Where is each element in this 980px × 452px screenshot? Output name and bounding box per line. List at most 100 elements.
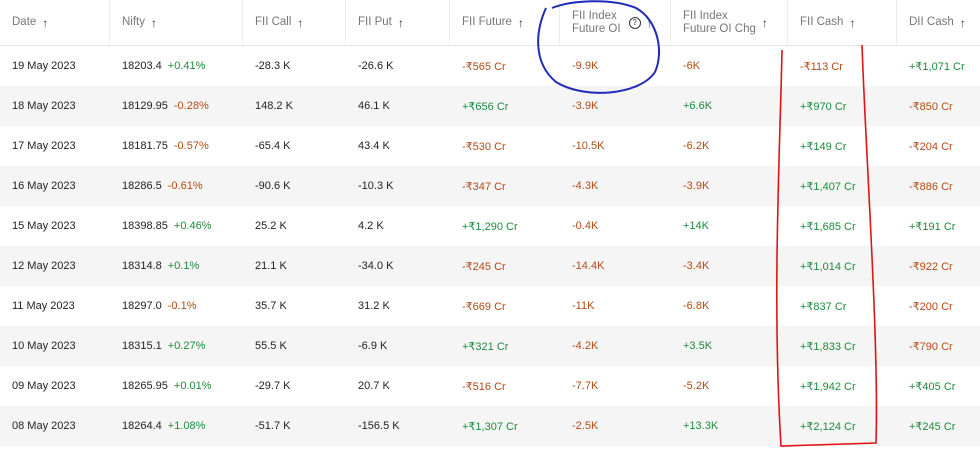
cell-dii-cash: -₹922 Cr: [897, 246, 980, 286]
cell-fii-cash: +₹970 Cr: [788, 86, 897, 126]
cell-fii-future: -₹245 Cr: [450, 246, 560, 286]
cell-date-value: 08 May 2023: [12, 420, 76, 432]
cell-date-value: 12 May 2023: [12, 260, 76, 272]
column-header-label: FII Index Future OI: [572, 9, 621, 35]
cell-fii-index-future-oi: -2.5K: [560, 406, 671, 446]
cell-fii-cash-value: +₹1,942 Cr: [800, 380, 856, 393]
column-header-date[interactable]: Date ↑: [0, 0, 110, 45]
table-row: 18 May 2023 18129.95 -0.28% 148.2 K 46.1 K +₹…: [0, 86, 980, 126]
cell-fii-put-value: -6.9 K: [358, 340, 388, 352]
cell-fii-call-value: -29.7 K: [255, 380, 291, 392]
column-header-fii-put[interactable]: FII Put ↑: [346, 0, 450, 45]
column-header-fii-index-future-oi-chg[interactable]: FII Index Future OI Chg ↑: [671, 0, 788, 45]
table-row: 15 May 2023 18398.85 +0.46% 25.2 K 4.2 K +₹1,…: [0, 206, 980, 246]
cell-fii-call-value: -51.7 K: [255, 420, 291, 432]
cell-date: 17 May 2023: [0, 126, 110, 166]
help-icon[interactable]: ?: [628, 16, 641, 29]
cell-fii-put: 31.2 K: [346, 286, 450, 326]
sort-arrow-icon[interactable]: ↑: [762, 16, 768, 30]
cell-fii-cash: +₹2,124 Cr: [788, 406, 897, 446]
cell-fii-put: -6.9 K: [346, 326, 450, 366]
cell-fii-index-future-oi-chg-value: +6.6K: [683, 100, 713, 112]
cell-fii-put-value: 46.1 K: [358, 100, 390, 112]
sort-arrow-icon[interactable]: ↑: [297, 16, 303, 30]
column-header-label: FII Index Future OI Chg: [683, 9, 756, 35]
cell-fii-put: -34.0 K: [346, 246, 450, 286]
cell-dii-cash: +₹245 Cr: [897, 406, 980, 446]
cell-fii-put: 43.4 K: [346, 126, 450, 166]
cell-nifty: 18315.1 +0.27%: [110, 326, 243, 366]
cell-dii-cash-value: -₹204 Cr: [909, 140, 953, 153]
cell-nifty: 18129.95 -0.28%: [110, 86, 243, 126]
cell-fii-future-value: +₹656 Cr: [462, 100, 509, 113]
cell-fii-put-value: 31.2 K: [358, 300, 390, 312]
sort-arrow-icon[interactable]: ↑: [518, 16, 524, 30]
cell-fii-call: -28.3 K: [243, 46, 346, 86]
cell-fii-cash: +₹149 Cr: [788, 126, 897, 166]
cell-fii-cash-value: +₹1,407 Cr: [800, 180, 856, 193]
cell-fii-index-future-oi-value: -11K: [572, 300, 595, 312]
cell-fii-call-value: 35.7 K: [255, 300, 287, 312]
cell-fii-put-value: 4.2 K: [358, 220, 384, 232]
cell-fii-call: -90.6 K: [243, 166, 346, 206]
sort-arrow-icon[interactable]: ↑: [647, 16, 653, 30]
cell-fii-index-future-oi-value: -2.5K: [572, 420, 599, 432]
nifty-change-percent: +0.41%: [167, 60, 206, 72]
cell-nifty-value: 18315.1: [122, 340, 162, 352]
table-header-row: Date ↑ Nifty ↑ FII Call ↑ FII Put ↑ FII …: [0, 0, 980, 46]
nifty-change-percent: +0.27%: [167, 340, 206, 352]
cell-fii-cash: +₹1,685 Cr: [788, 206, 897, 246]
column-header-nifty[interactable]: Nifty ↑: [110, 0, 243, 45]
cell-dii-cash: +₹1,071 Cr: [897, 46, 980, 86]
cell-fii-call: -51.7 K: [243, 406, 346, 446]
table-row: 09 May 2023 18265.95 +0.01% -29.7 K 20.7 K -₹…: [0, 366, 980, 406]
cell-fii-index-future-oi-value: -3.9K: [572, 100, 599, 112]
sort-arrow-icon[interactable]: ↑: [960, 16, 966, 30]
column-header-dii-cash[interactable]: DII Cash ↑: [897, 0, 980, 45]
column-header-fii-call[interactable]: FII Call ↑: [243, 0, 346, 45]
cell-date: 10 May 2023: [0, 326, 110, 366]
cell-fii-call-value: 21.1 K: [255, 260, 287, 272]
cell-date-value: 11 May 2023: [12, 300, 75, 312]
cell-fii-future: +₹1,290 Cr: [450, 206, 560, 246]
cell-date-value: 15 May 2023: [12, 220, 76, 232]
cell-fii-index-future-oi: -0.4K: [560, 206, 671, 246]
cell-fii-index-future-oi: -11K: [560, 286, 671, 326]
sort-arrow-icon[interactable]: ↑: [42, 16, 48, 30]
cell-dii-cash-value: +₹405 Cr: [909, 380, 956, 393]
nifty-change-percent: +1.08%: [167, 420, 206, 432]
column-header-fii-cash[interactable]: FII Cash ↑: [788, 0, 897, 45]
cell-fii-index-future-oi: -9.9K: [560, 46, 671, 86]
sort-arrow-icon[interactable]: ↑: [151, 16, 157, 30]
cell-dii-cash-value: +₹245 Cr: [909, 420, 956, 433]
sort-arrow-icon[interactable]: ↑: [849, 16, 855, 30]
column-header-label: FII Cash: [800, 16, 844, 28]
cell-fii-future-value: -₹530 Cr: [462, 140, 506, 153]
cell-fii-cash-value: +₹1,833 Cr: [800, 340, 856, 353]
cell-fii-future-value: -₹347 Cr: [462, 180, 506, 193]
cell-date: 08 May 2023: [0, 406, 110, 446]
cell-date: 09 May 2023: [0, 366, 110, 406]
cell-fii-put-value: 43.4 K: [358, 140, 390, 152]
cell-dii-cash: -₹790 Cr: [897, 326, 980, 366]
cell-fii-call-value: -28.3 K: [255, 60, 291, 72]
nifty-change-percent: +0.1%: [167, 260, 200, 272]
cell-fii-future: +₹321 Cr: [450, 326, 560, 366]
cell-nifty: 18398.85 +0.46%: [110, 206, 243, 246]
cell-fii-cash-value: +₹2,124 Cr: [800, 420, 856, 433]
column-header-label: Date: [12, 16, 37, 28]
cell-fii-future-value: +₹321 Cr: [462, 340, 509, 353]
cell-nifty: 18265.95 +0.01%: [110, 366, 243, 406]
nifty-change-percent: -0.61%: [167, 180, 203, 192]
cell-dii-cash: +₹191 Cr: [897, 206, 980, 246]
column-header-fii-future[interactable]: FII Future ↑: [450, 0, 560, 45]
cell-nifty-value: 18265.95: [122, 380, 168, 392]
cell-fii-index-future-oi-chg: -5.2K: [671, 366, 788, 406]
sort-arrow-icon[interactable]: ↑: [398, 16, 404, 30]
column-header-label: FII Future: [462, 16, 512, 28]
cell-fii-future-value: -₹245 Cr: [462, 260, 506, 273]
column-header-label: FII Call: [255, 16, 292, 28]
cell-fii-cash-value: +₹1,014 Cr: [800, 260, 856, 273]
nifty-change-percent: -0.28%: [173, 100, 209, 112]
column-header-fii-index-future-oi[interactable]: FII Index Future OI ? ↑: [560, 0, 671, 45]
